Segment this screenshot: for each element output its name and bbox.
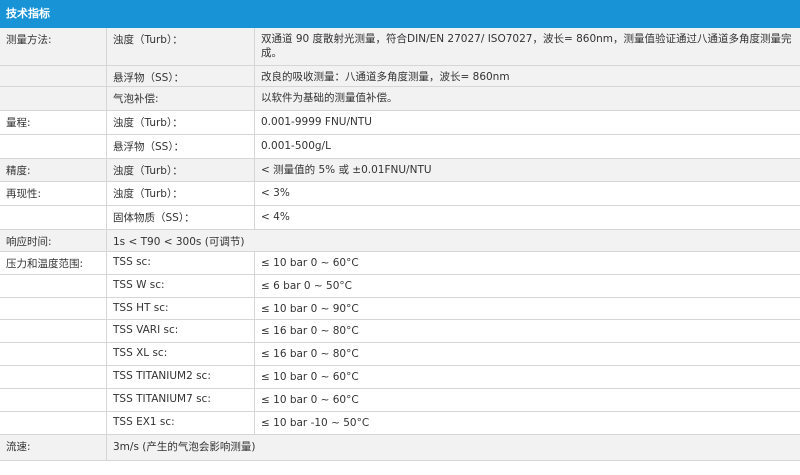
row-param: 气泡补偿: [106, 87, 254, 110]
row-param: 浊度（Turb）： [106, 28, 254, 65]
row-label [6, 275, 106, 279]
row-label: 量程: [6, 117, 31, 129]
row-label: 流速: [6, 441, 31, 453]
row-param: 浊度（Turb）： [106, 159, 254, 181]
table-row: 压力和温度范围: TSS sc: ≤ 10 bar 0 ~ 60°C [0, 252, 800, 275]
row-label [6, 366, 106, 370]
row-value: 双通道 90 度散射光测量，符合DIN/EN 27027/ ISO7027，波长… [254, 28, 800, 65]
row-value: ≤ 10 bar 0 ~ 60°C [254, 252, 800, 274]
row-value: ≤ 10 bar 0 ~ 60°C [254, 389, 800, 411]
row-param: 悬浮物（SS）： [106, 66, 254, 86]
row-param: TSS TITANIUM7 sc: [106, 389, 254, 411]
row-value: ≤ 10 bar 0 ~ 90°C [254, 298, 800, 319]
row-value: 0.001-500g/L [254, 135, 800, 158]
row-label: 压力和温度范围: [6, 258, 84, 270]
row-value: ≤ 16 bar 0 ~ 80°C [254, 320, 800, 342]
table-row: 精度: 浊度（Turb）： < 测量值的 5% 或 ±0.01FNU/NTU [0, 159, 800, 182]
row-label [6, 206, 106, 210]
row-label [6, 389, 106, 393]
row-value: 0.001-9999 FNU/NTU [254, 111, 800, 134]
row-param: TSS EX1 sc: [106, 412, 254, 434]
row-value: ≤ 6 bar 0 ~ 50°C [254, 275, 800, 297]
table-row: TSS HT sc: ≤ 10 bar 0 ~ 90°C [0, 298, 800, 320]
row-label [6, 298, 106, 302]
row-value: < 测量值的 5% 或 ±0.01FNU/NTU [254, 159, 800, 181]
row-label: 再现性: [6, 188, 42, 200]
row-param: TSS VARI sc: [106, 320, 254, 342]
table-row: 气泡补偿: 以软件为基础的测量值补偿。 [0, 87, 800, 111]
row-value: ≤ 16 bar 0 ~ 80°C [254, 343, 800, 365]
row-param: TSS TITANIUM2 sc: [106, 366, 254, 388]
row-value: < 3% [254, 182, 800, 205]
table-row: TSS EX1 sc: ≤ 10 bar -10 ~ 50°C [0, 412, 800, 435]
table-row: 悬浮物（SS）： 0.001-500g/L [0, 135, 800, 159]
row-label [6, 87, 106, 91]
table-row: TSS XL sc: ≤ 16 bar 0 ~ 80°C [0, 343, 800, 366]
table-header: 技术指标 [0, 0, 800, 28]
table-row: TSS TITANIUM7 sc: ≤ 10 bar 0 ~ 60°C [0, 389, 800, 412]
table-row: 再现性: 浊度（Turb）： < 3% [0, 182, 800, 206]
row-value: < 4% [254, 206, 800, 229]
row-label: 响应时间: [6, 236, 52, 248]
row-param: TSS sc: [106, 252, 254, 274]
row-label: 测量方法: [6, 34, 52, 46]
row-value: 改良的吸收测量：八通道多角度测量，波长= 860nm [254, 66, 800, 86]
row-label [6, 135, 106, 139]
table-row: 响应时间: 1s < T90 < 300s (可调节) [0, 230, 800, 252]
row-param: TSS XL sc: [106, 343, 254, 365]
row-value: 以软件为基础的测量值补偿。 [254, 87, 800, 110]
table-row: TSS W sc: ≤ 6 bar 0 ~ 50°C [0, 275, 800, 298]
table-row: 固体物质（SS）： < 4% [0, 206, 800, 230]
row-label [6, 343, 106, 347]
row-param: 1s < T90 < 300s (可调节) [106, 230, 800, 251]
row-param: TSS W sc: [106, 275, 254, 297]
row-label [6, 320, 106, 324]
table-row: 悬浮物（SS）： 改良的吸收测量：八通道多角度测量，波长= 860nm [0, 66, 800, 87]
row-label: 精度: [6, 165, 31, 177]
row-label [6, 412, 106, 416]
table-row: TSS TITANIUM2 sc: ≤ 10 bar 0 ~ 60°C [0, 366, 800, 389]
table-row: 量程: 浊度（Turb）： 0.001-9999 FNU/NTU [0, 111, 800, 135]
table-row: TSS VARI sc: ≤ 16 bar 0 ~ 80°C [0, 320, 800, 343]
row-param: 浊度（Turb）： [106, 111, 254, 134]
row-param: TSS HT sc: [106, 298, 254, 319]
row-param: 浊度（Turb）： [106, 182, 254, 205]
table-row: 测量方法: 浊度（Turb）： 双通道 90 度散射光测量，符合DIN/EN 2… [0, 28, 800, 66]
row-label [6, 66, 106, 70]
row-param: 固体物质（SS）： [106, 206, 254, 229]
table-title: 技术指标 [6, 7, 50, 20]
row-param: 悬浮物（SS）： [106, 135, 254, 158]
row-value: ≤ 10 bar 0 ~ 60°C [254, 366, 800, 388]
row-value: ≤ 10 bar -10 ~ 50°C [254, 412, 800, 434]
table-row: 流速: 3m/s (产生的气泡会影响测量) [0, 435, 800, 461]
row-param: 3m/s (产生的气泡会影响测量) [106, 435, 800, 460]
